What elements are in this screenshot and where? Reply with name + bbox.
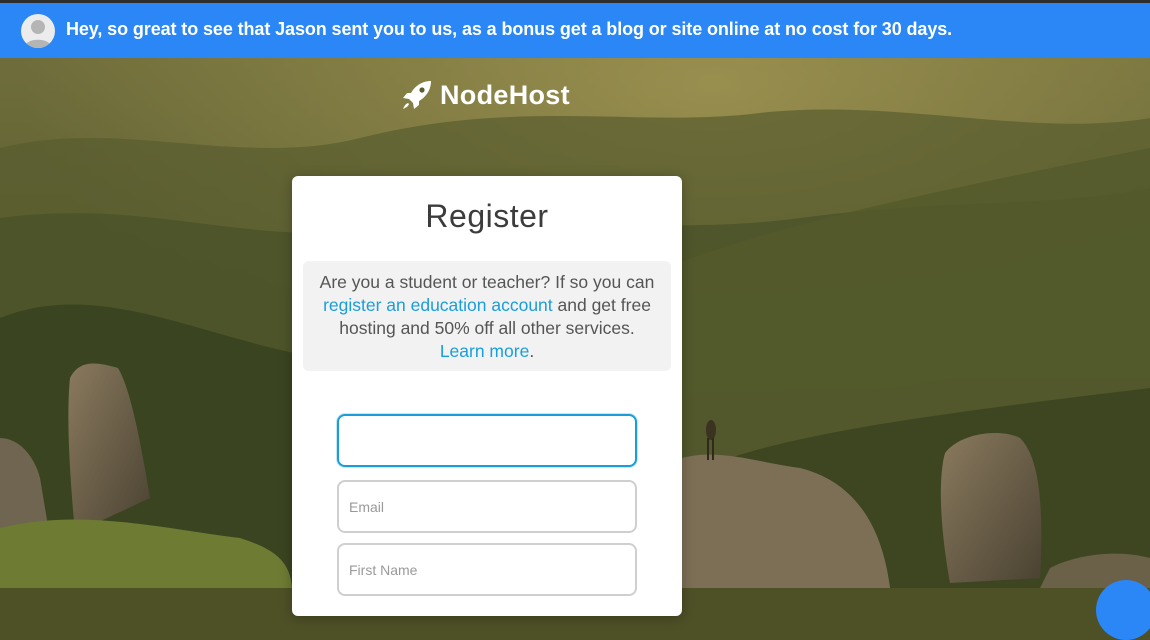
rocket-icon <box>403 81 431 109</box>
education-account-link[interactable]: register an education account <box>323 295 553 315</box>
education-text-end: . <box>529 341 535 361</box>
brand-name: NodeHost <box>440 79 570 110</box>
nodehost-logo[interactable]: NodeHost <box>400 78 570 112</box>
avatar <box>21 14 55 48</box>
chat-widget-button[interactable] <box>1096 580 1150 640</box>
user-icon <box>24 20 52 48</box>
referral-message: Hey, so great to see that Jason sent you… <box>66 19 953 39</box>
education-notice: Are you a student or teacher? If so you … <box>303 261 671 371</box>
email-field[interactable] <box>337 480 637 533</box>
username-field[interactable] <box>337 414 637 467</box>
referral-banner: Hey, so great to see that Jason sent you… <box>0 3 1150 58</box>
first-name-field[interactable] <box>337 543 637 596</box>
register-card: Register Are you a student or teacher? I… <box>292 176 682 616</box>
learn-more-link[interactable]: Learn more <box>440 341 530 361</box>
page-title: Register <box>425 198 549 234</box>
education-text: Are you a student or teacher? If so you … <box>319 272 655 292</box>
